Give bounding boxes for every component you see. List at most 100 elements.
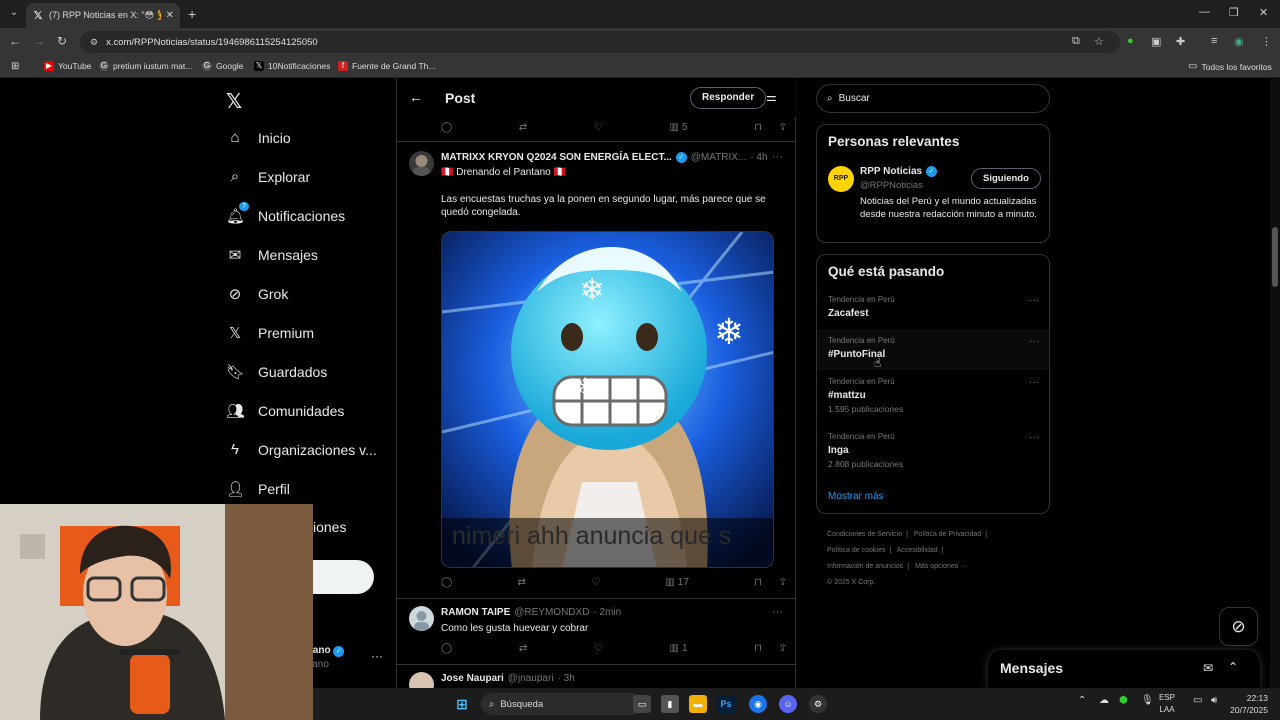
- views-icon[interactable]: ▥ 5: [669, 122, 687, 133]
- nav-item-comunidades[interactable]: 👥︎ Comunidades: [226, 402, 344, 420]
- tweet-media-image[interactable]: ❄ ❄ ❄ nimeri ahh anuncia que s: [441, 231, 774, 568]
- restore-icon[interactable]: ❐: [1229, 6, 1239, 19]
- tweet-more-icon[interactable]: ···: [772, 151, 783, 163]
- network-icon[interactable]: ▭: [1193, 695, 1202, 706]
- retweet-icon[interactable]: ⇄: [519, 643, 527, 654]
- onedrive-icon[interactable]: ☁: [1099, 695, 1109, 706]
- reply-button[interactable]: Responder: [690, 87, 767, 109]
- following-button[interactable]: Siguiendo: [971, 168, 1041, 189]
- extension-icon[interactable]: ▣: [1151, 35, 1161, 48]
- window-close-icon[interactable]: ✕: [1259, 6, 1268, 19]
- nav-item-mensajes[interactable]: ✉ Mensajes: [226, 246, 318, 264]
- tweet-time[interactable]: · 4h: [750, 152, 767, 163]
- like-icon[interactable]: ♡: [594, 643, 603, 654]
- profile-avatar-icon[interactable]: ◉: [1234, 35, 1244, 48]
- install-app-icon[interactable]: ⧉: [1072, 35, 1080, 48]
- language-indicator[interactable]: ESP LAA: [1159, 692, 1175, 716]
- author-handle[interactable]: @REYMONDXD: [514, 607, 589, 618]
- taskbar-search[interactable]: ⌕ Búsqueda: [481, 693, 643, 715]
- app-icon[interactable]: ▮: [661, 695, 679, 713]
- all-bookmarks[interactable]: ▭ Todos los favoritos: [1188, 61, 1272, 72]
- forward-icon[interactable]: →: [33, 34, 45, 48]
- trend-more-icon[interactable]: ···: [1029, 336, 1039, 347]
- tab-close-icon[interactable]: ✕: [166, 10, 174, 21]
- reply-icon[interactable]: ◯: [441, 577, 452, 588]
- browser-tab[interactable]: 𝕏 (7) RPP Noticias en X: "😳 💆 O ✕: [26, 3, 180, 28]
- minimize-icon[interactable]: —: [1199, 6, 1210, 18]
- trend-more-icon[interactable]: ···: [1029, 432, 1039, 443]
- back-icon[interactable]: ←: [9, 34, 21, 48]
- bookmark-icon[interactable]: ⊓ ⇪: [754, 643, 787, 654]
- file-explorer-icon[interactable]: ▬: [689, 695, 707, 713]
- x-logo-icon[interactable]: 𝕏: [226, 89, 242, 114]
- tweet-more-icon[interactable]: ···: [772, 606, 783, 618]
- reply-icon[interactable]: ◯: [441, 643, 452, 654]
- nav-item-guardados[interactable]: 🔖︎ Guardados: [226, 363, 327, 381]
- reload-icon[interactable]: ↻: [57, 34, 67, 48]
- footer-link[interactable]: Condiciones de Servicio: [827, 531, 902, 538]
- nav-item-explorar[interactable]: ⌕ Explorar: [226, 168, 310, 185]
- more-options-link[interactable]: Más opciones ···: [915, 563, 967, 570]
- new-message-icon[interactable]: ✉: [1203, 661, 1213, 675]
- microphone-icon[interactable]: 🎙︎: [1141, 695, 1154, 706]
- avatar[interactable]: [409, 606, 434, 631]
- rpp-avatar[interactable]: RPP: [828, 166, 854, 192]
- avatar[interactable]: [409, 672, 434, 688]
- browser-menu-icon[interactable]: ⋮: [1261, 35, 1272, 48]
- taskbar-clock[interactable]: 22:13 20/7/2025: [1230, 692, 1268, 716]
- nav-item-inicio[interactable]: ⌂ Inicio: [226, 129, 290, 146]
- profile-name[interactable]: RPP Noticias ✓: [860, 166, 938, 177]
- nav-item-notificaciones[interactable]: 🔔︎ 7 Notificaciones: [226, 202, 345, 225]
- scrollbar-thumb[interactable]: [1272, 227, 1278, 287]
- app-icon[interactable]: ⚙: [809, 695, 827, 713]
- bookmark-star-icon[interactable]: ☆: [1094, 35, 1104, 48]
- task-view-icon[interactable]: ▭: [633, 695, 651, 713]
- back-arrow-icon[interactable]: ←: [409, 89, 423, 105]
- discord-icon[interactable]: ☺: [779, 695, 797, 713]
- views-icon[interactable]: ▥ 17: [665, 577, 689, 588]
- windows-start-icon[interactable]: ⊞: [453, 695, 471, 713]
- retweet-icon[interactable]: ⇄: [517, 577, 525, 588]
- avatar[interactable]: [409, 151, 434, 176]
- bookmark-icon[interactable]: ⊓ ⇪: [754, 122, 787, 133]
- footer-link[interactable]: Política de cookies: [827, 547, 885, 554]
- page-scrollbar[interactable]: [1270, 79, 1280, 688]
- footer-link[interactable]: Política de Privacidad: [914, 531, 981, 538]
- media-control-icon[interactable]: ≡: [1211, 35, 1217, 47]
- chrome-icon[interactable]: ◉: [749, 695, 767, 713]
- extensions-puzzle-icon[interactable]: ✚: [1176, 35, 1185, 48]
- trend-more-icon[interactable]: ···: [1029, 295, 1039, 306]
- extension-green-icon[interactable]: ●: [1127, 35, 1134, 47]
- author-name[interactable]: RAMON TAIPE: [441, 607, 510, 618]
- author-handle[interactable]: @MATRIX...: [691, 152, 747, 163]
- nav-item-organizaciones[interactable]: ϟ Organizaciones v...: [226, 441, 377, 458]
- expand-icon[interactable]: ⌃: [1228, 660, 1238, 674]
- apps-grid-icon[interactable]: ⊞: [11, 61, 19, 72]
- nav-item-premium[interactable]: 𝕏 Premium: [226, 324, 314, 342]
- volume-icon[interactable]: 🔊︎: [1211, 695, 1217, 706]
- filter-settings-icon[interactable]: ⚌: [766, 90, 777, 104]
- trend-item[interactable]: Tendencia en Perú Inga 2.808 publicacion…: [817, 432, 1049, 473]
- account-more-icon[interactable]: ···: [371, 649, 383, 663]
- bookmark-10notificaciones[interactable]: 𝕏 10Notificaciones: [254, 61, 330, 71]
- like-icon[interactable]: ♡: [594, 122, 603, 133]
- footer-link[interactable]: Accesibilidad: [897, 547, 938, 554]
- trend-more-icon[interactable]: ···: [1029, 377, 1039, 388]
- tab-search-chevron-icon[interactable]: ⌄: [6, 5, 22, 21]
- footer-link[interactable]: Información de anuncios: [827, 563, 903, 570]
- nav-item-perfil[interactable]: 👤︎ Perfil: [226, 480, 290, 498]
- trend-item[interactable]: Tendencia en Perú #mattzu 1.595 publicac…: [817, 377, 1049, 418]
- grok-fab-icon[interactable]: ⊘: [1219, 607, 1258, 646]
- like-icon[interactable]: ♡: [591, 577, 600, 588]
- author-name[interactable]: Jose Naupari: [441, 673, 504, 684]
- tweet-time[interactable]: · 3h: [558, 673, 575, 684]
- account-name[interactable]: iano ✓: [310, 645, 345, 657]
- site-info-icon[interactable]: ⚙: [90, 37, 98, 48]
- messages-drawer[interactable]: Mensajes ✉ ⌃: [988, 650, 1260, 688]
- address-bar[interactable]: ⚙ x.com/RPPNoticias/status/1946986115254…: [80, 31, 1120, 53]
- bookmark-pretium[interactable]: Gpretium iustum mat...: [99, 61, 192, 71]
- views-icon[interactable]: ▥ 1: [669, 643, 687, 654]
- bookmark-icon[interactable]: ⊓ ⇪: [754, 577, 787, 588]
- retweet-icon[interactable]: ⇄: [519, 122, 527, 133]
- bookmark-fuente[interactable]: f Fuente de Grand Th...: [338, 61, 435, 71]
